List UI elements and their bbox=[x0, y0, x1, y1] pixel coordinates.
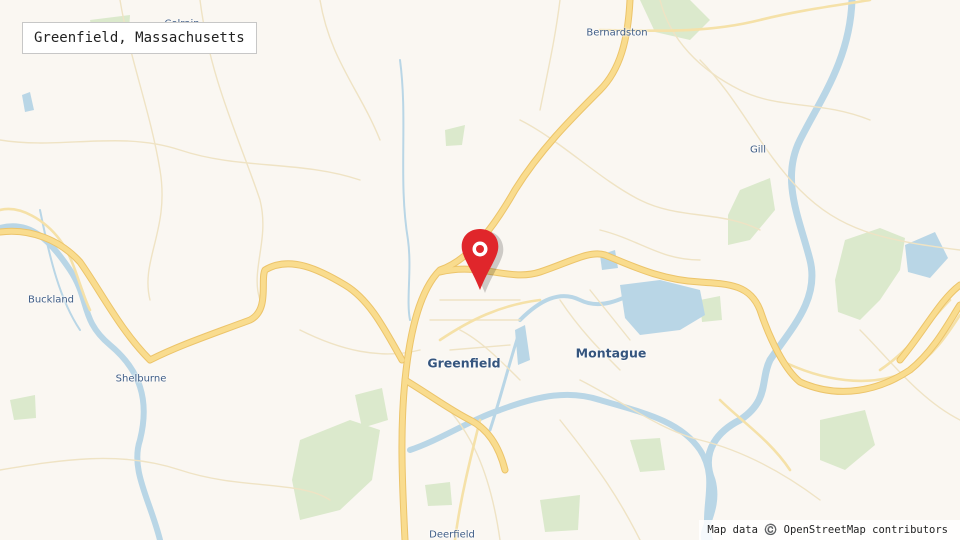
map-attribution[interactable]: Map data ©️ OpenStreetMap contributors bbox=[699, 520, 960, 540]
place-label-gill: Gill bbox=[749, 144, 767, 156]
place-label-buckland: Buckland bbox=[27, 294, 75, 306]
place-label-shelburne: Shelburne bbox=[115, 373, 167, 385]
place-label-deerfield: Deerfield bbox=[429, 529, 475, 540]
place-label-montague: Montague bbox=[575, 345, 647, 361]
place-label-bernardston: Bernardston bbox=[586, 27, 648, 39]
map-pin-icon[interactable] bbox=[459, 227, 505, 295]
location-title: Greenfield, Massachusetts bbox=[22, 22, 257, 54]
place-label-greenfield: Greenfield bbox=[427, 355, 501, 371]
map-view[interactable]: Colrain Bernardston Gill Buckland Shelbu… bbox=[0, 0, 960, 540]
